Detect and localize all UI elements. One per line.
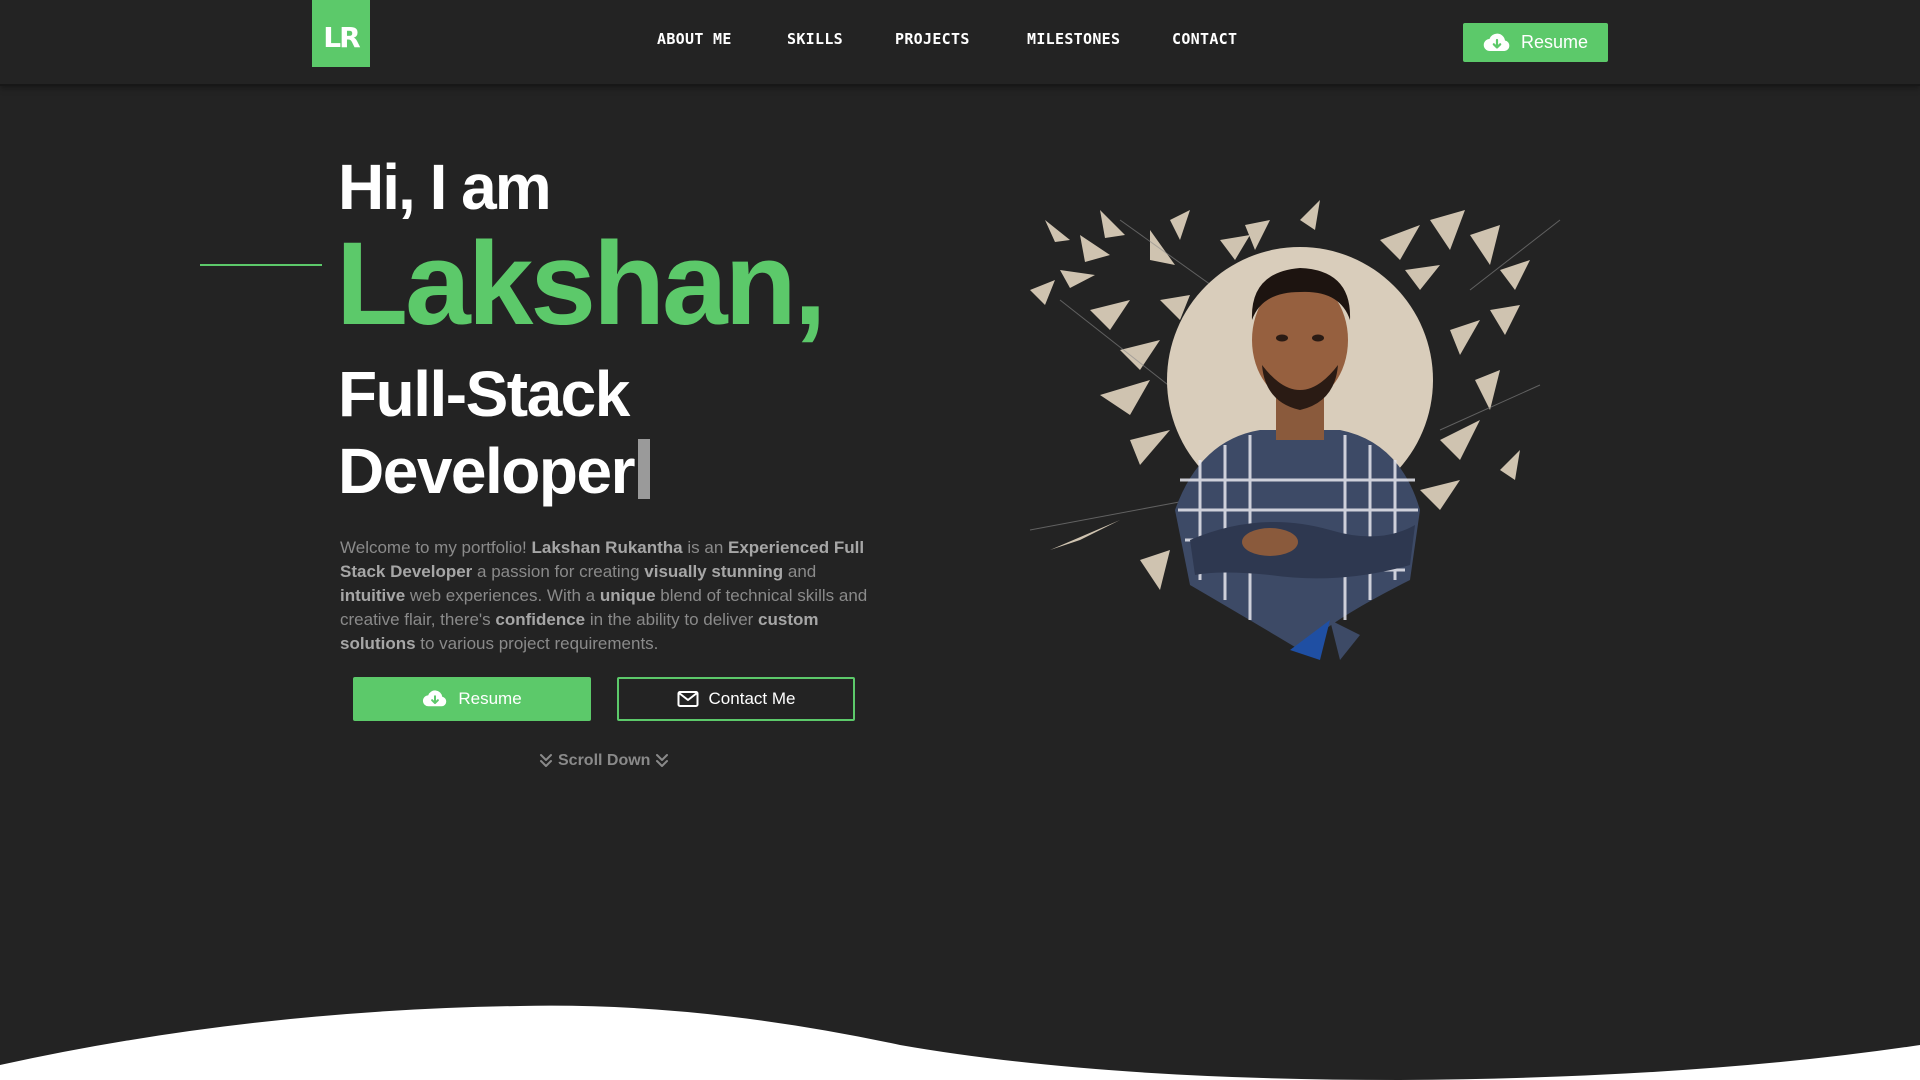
- cloud-download-icon: [1483, 33, 1510, 51]
- scroll-down-label: Scroll Down: [558, 752, 651, 769]
- desc-text: to various project requirements.: [415, 634, 659, 653]
- desc-bold: intuitive: [340, 586, 406, 605]
- desc-text: web experiences. With a: [405, 586, 600, 605]
- hero-name: Lakshan,: [336, 218, 827, 350]
- profile-portrait: [1029, 200, 1561, 660]
- double-chevron-down-icon: [540, 754, 552, 767]
- desc-text: Welcome to my portfolio!: [340, 538, 532, 557]
- hero-role: Full-Stack Developer: [338, 356, 778, 510]
- scroll-down-link[interactable]: Scroll Down: [538, 752, 670, 770]
- cloud-download-icon: [423, 690, 447, 707]
- nav-skills[interactable]: SKILLS: [787, 30, 843, 48]
- hero-greeting: Hi, I am: [338, 151, 552, 223]
- hero-description: Welcome to my portfolio! Lakshan Rukanth…: [340, 536, 870, 656]
- desc-text: is an: [682, 538, 728, 557]
- nav-milestones[interactable]: MILESTONES: [1027, 30, 1120, 48]
- navbar: LR ABOUT ME SKILLS PROJECTS MILESTONES C…: [0, 0, 1920, 86]
- desc-text: and: [783, 562, 817, 581]
- desc-bold: visually stunning: [644, 562, 784, 581]
- contact-me-button[interactable]: Contact Me: [617, 677, 855, 721]
- resume-button-label: Resume: [458, 689, 522, 708]
- nav-contact[interactable]: CONTACT: [1172, 30, 1237, 48]
- resume-button[interactable]: Resume: [353, 677, 591, 721]
- bottom-wave: [0, 1005, 1920, 1080]
- desc-text: in the ability to deliver: [585, 610, 759, 629]
- nav-resume-label: Resume: [1520, 32, 1589, 52]
- desc-bold: Lakshan Rukantha: [531, 538, 683, 557]
- hero-role-line1: Full-Stack: [338, 358, 630, 430]
- desc-text: a passion for creating: [472, 562, 645, 581]
- nav-resume-button[interactable]: Resume: [1463, 23, 1608, 62]
- desc-bold: confidence: [495, 610, 586, 629]
- hero-role-line2-wrap: Developer: [338, 433, 778, 510]
- nav-projects[interactable]: PROJECTS: [895, 30, 970, 48]
- accent-line: [200, 264, 322, 266]
- contact-me-label: Contact Me: [708, 689, 796, 708]
- envelope-icon: [677, 691, 699, 707]
- nav-links: ABOUT ME SKILLS PROJECTS MILESTONES CONT…: [0, 30, 1920, 54]
- nav-about-me[interactable]: ABOUT ME: [657, 30, 732, 48]
- double-chevron-down-icon: [656, 754, 669, 767]
- hero-role-line2: Developer: [338, 435, 635, 507]
- desc-bold: unique: [599, 586, 656, 605]
- typing-cursor: [637, 439, 650, 499]
